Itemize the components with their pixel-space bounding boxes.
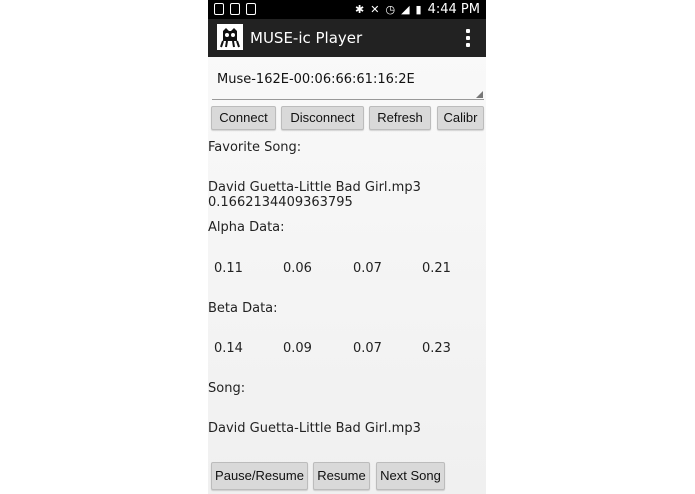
pause-resume-button[interactable]: Pause/Resume — [211, 462, 308, 490]
notification-icon — [214, 3, 224, 15]
alpha-value: 0.21 — [422, 261, 451, 276]
current-song-name: David Guetta-Little Bad Girl.mp3 — [208, 421, 421, 436]
alpha-value: 0.06 — [283, 261, 312, 276]
device-spinner[interactable]: Muse-162E-00:06:66:61:16:2E — [208, 60, 486, 100]
copy-icon — [246, 3, 256, 15]
refresh-button[interactable]: Refresh — [369, 106, 431, 130]
beta-value: 0.23 — [422, 341, 451, 356]
alpha-data-label: Alpha Data: — [208, 220, 285, 235]
signal-icon: ◢ — [401, 2, 410, 16]
next-song-button[interactable]: Next Song — [376, 462, 445, 490]
phone-screen: ✱ ✕ ◷ ◢ ▮ 4:44 PM MUSE-ic Player Muse-16… — [208, 0, 486, 494]
favorite-song-label: Favorite Song: — [208, 140, 302, 155]
alarm-icon: ◷ — [385, 2, 396, 16]
beta-value: 0.07 — [353, 341, 382, 356]
overflow-menu-icon[interactable] — [466, 29, 470, 50]
disconnect-button[interactable]: Disconnect — [281, 106, 364, 130]
app-title: MUSE-ic Player — [250, 29, 363, 47]
alpha-value: 0.07 — [353, 261, 382, 276]
device-spinner-value: Muse-162E-00:06:66:61:16:2E — [217, 72, 415, 87]
spinner-underline — [212, 99, 484, 100]
app-bar: MUSE-ic Player — [208, 19, 486, 57]
beta-data-label: Beta Data: — [208, 301, 278, 316]
resume-button[interactable]: Resume — [313, 462, 370, 490]
beta-value: 0.14 — [214, 341, 243, 356]
clock: 4:44 PM — [427, 2, 480, 17]
beta-value: 0.09 — [283, 341, 312, 356]
alpha-value: 0.11 — [214, 261, 243, 276]
status-bar: ✱ ✕ ◷ ◢ ▮ 4:44 PM — [208, 0, 486, 19]
connect-button[interactable]: Connect — [211, 106, 276, 130]
favorite-song-score: 0.1662134409363795 — [208, 195, 353, 210]
mute-icon: ✕ — [370, 2, 380, 16]
song-label: Song: — [208, 381, 246, 396]
favorite-song-name: David Guetta-Little Bad Girl.mp3 — [208, 180, 421, 195]
image-icon — [230, 3, 240, 15]
spinner-dropdown-icon — [476, 91, 483, 98]
calibrate-button[interactable]: Calibr — [437, 106, 484, 130]
app-logo-icon — [217, 24, 243, 50]
bluetooth-icon: ✱ — [355, 2, 365, 16]
battery-icon: ▮ — [415, 2, 422, 16]
